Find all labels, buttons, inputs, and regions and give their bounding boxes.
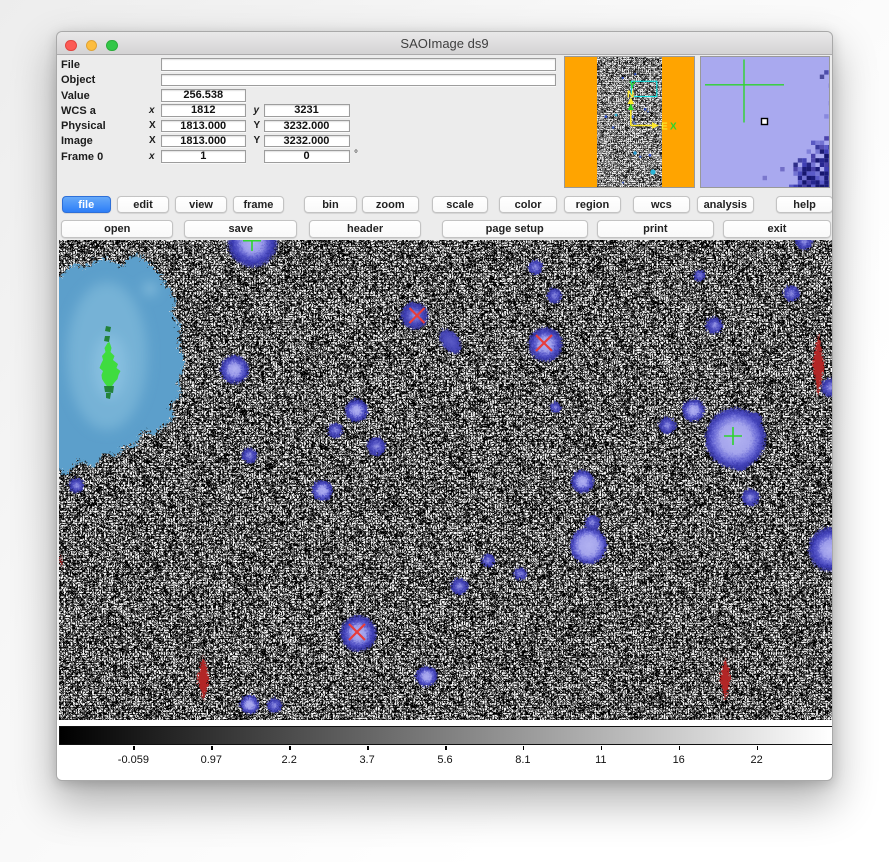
svg-text:E: E [661, 122, 668, 133]
svg-text:X: X [670, 122, 677, 133]
svg-text:N: N [627, 90, 634, 101]
